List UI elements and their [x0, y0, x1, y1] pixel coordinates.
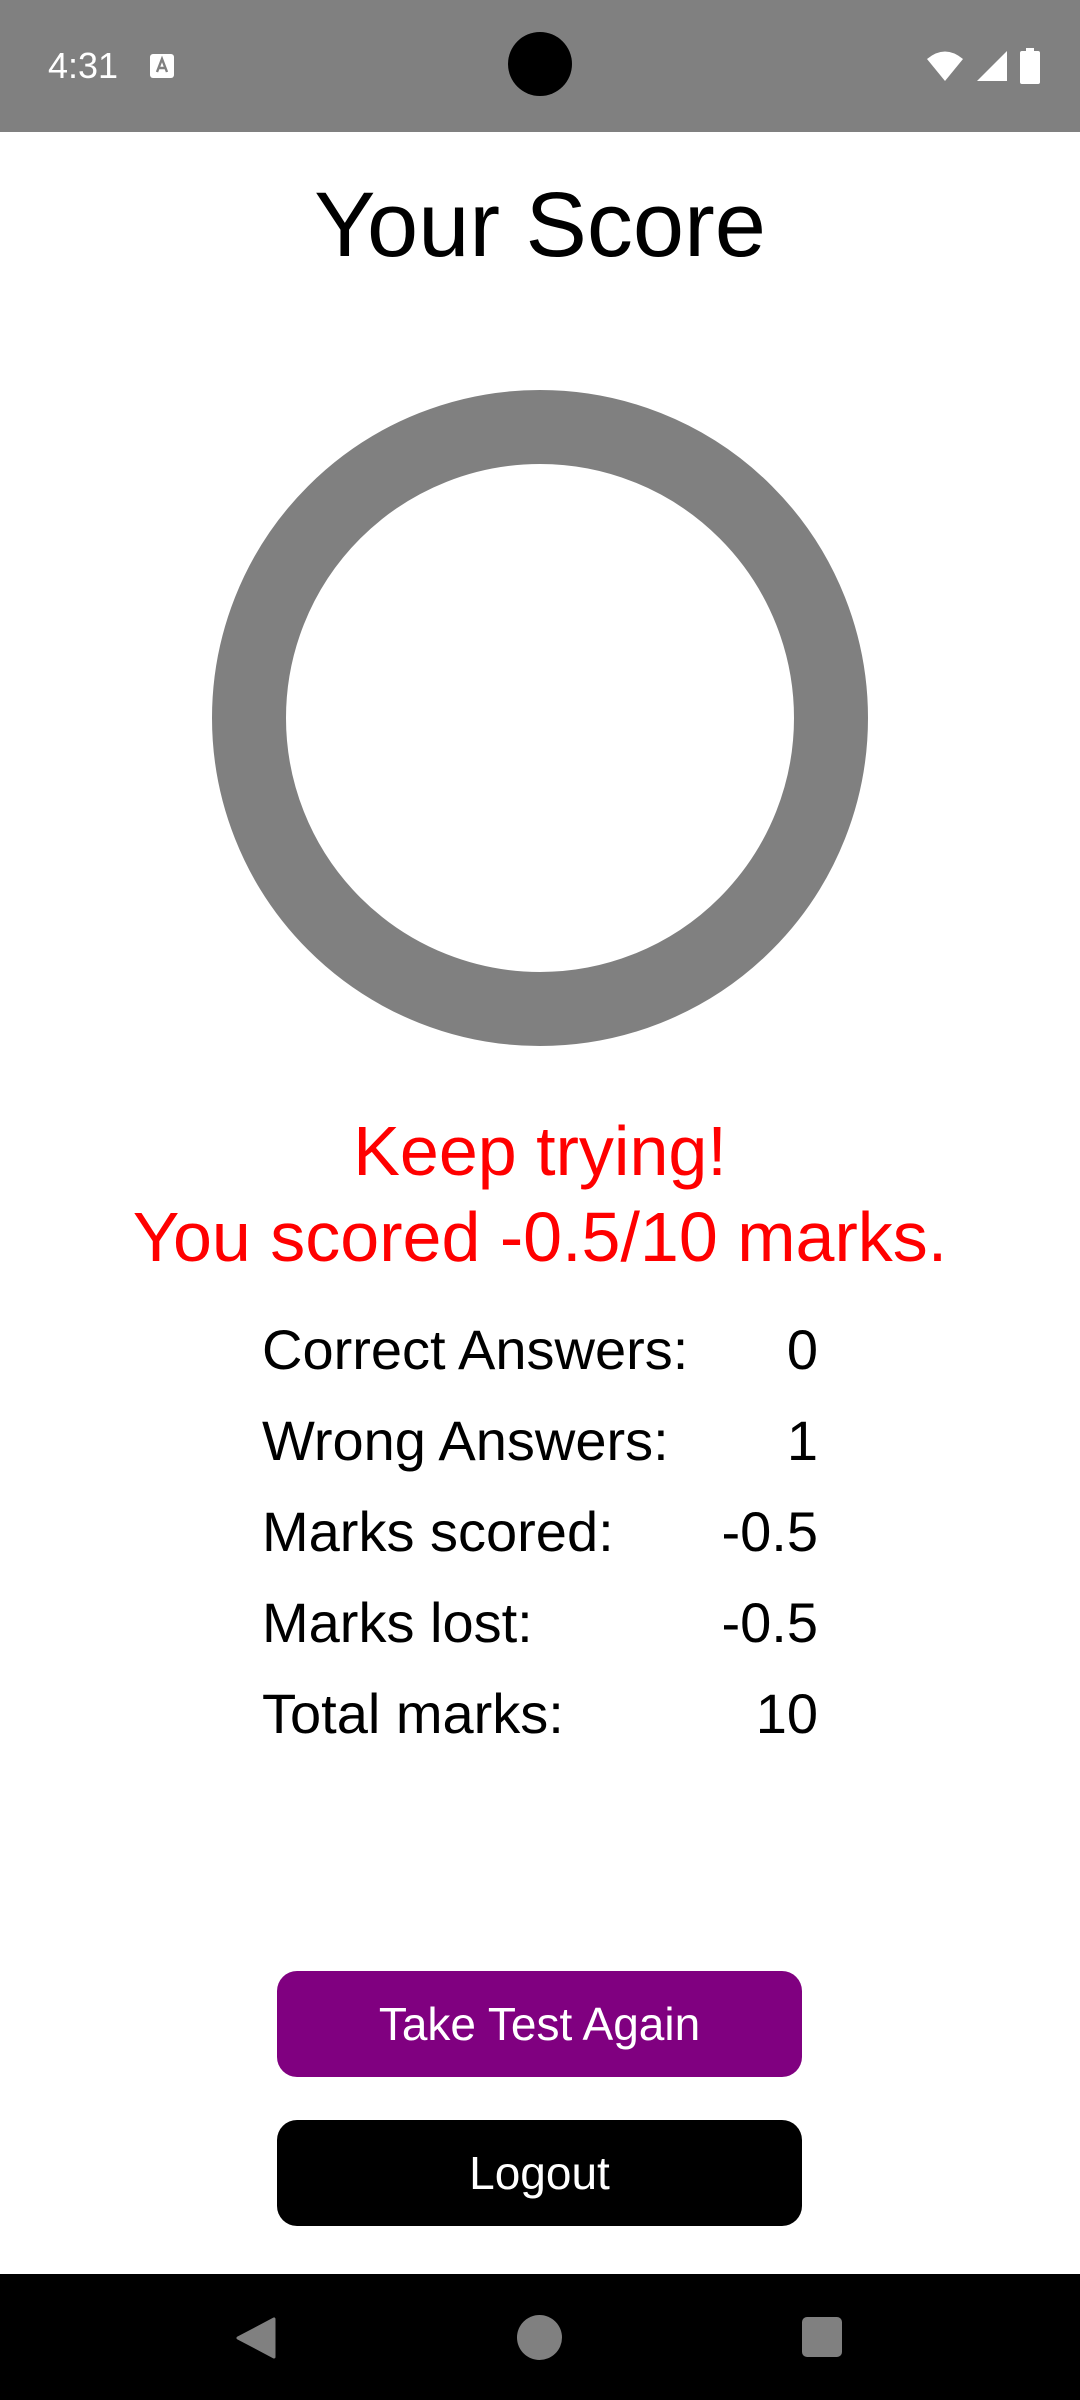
stat-label: Marks lost: [262, 1591, 533, 1654]
take-test-again-button[interactable]: Take Test Again [277, 1971, 802, 2077]
back-icon[interactable] [234, 2316, 278, 2360]
navigation-bar [0, 2274, 1080, 2400]
stat-value: 1 [786, 1409, 818, 1472]
score-screen: 4:31 Your Score Keep trying! You scored … [0, 0, 1080, 2400]
stat-value: -0.5 [721, 1500, 819, 1563]
stat-value: 0 [786, 1318, 818, 1381]
stat-row-marks-lost: Marks lost: -0.5 [262, 1577, 818, 1668]
status-time: 4:31 [48, 45, 119, 86]
stat-row-total-marks: Total marks: 10 [262, 1668, 818, 1759]
home-icon[interactable] [517, 2315, 562, 2360]
status-bar: 4:31 [0, 0, 1080, 132]
stat-label: Correct Answers: [262, 1318, 689, 1381]
page-title: Your Score [314, 174, 766, 276]
score-stats: Correct Answers: 0 Wrong Answers: 1 Mark… [262, 1304, 818, 1759]
stat-row-correct: Correct Answers: 0 [262, 1304, 818, 1395]
stat-row-marks-scored: Marks scored: -0.5 [262, 1486, 818, 1577]
wifi-icon [927, 51, 963, 81]
stat-value: 10 [755, 1682, 818, 1745]
stat-label: Wrong Answers: [262, 1409, 669, 1472]
text-format-icon [150, 54, 174, 78]
stat-label: Marks scored: [262, 1500, 614, 1563]
stat-row-wrong: Wrong Answers: 1 [262, 1395, 818, 1486]
stat-label: Total marks: [262, 1682, 564, 1745]
feedback-message: Keep trying! [353, 1112, 727, 1190]
logout-button[interactable]: Logout [277, 2120, 802, 2226]
recents-icon[interactable] [802, 2317, 842, 2357]
stat-value: -0.5 [721, 1591, 819, 1654]
battery-icon [1020, 48, 1040, 84]
camera-cutout [508, 32, 572, 96]
score-progress-ring [212, 390, 868, 1046]
score-summary-message: You scored -0.5/10 marks. [132, 1198, 948, 1276]
status-icons [926, 46, 1040, 86]
cell-signal-icon [977, 51, 1007, 81]
